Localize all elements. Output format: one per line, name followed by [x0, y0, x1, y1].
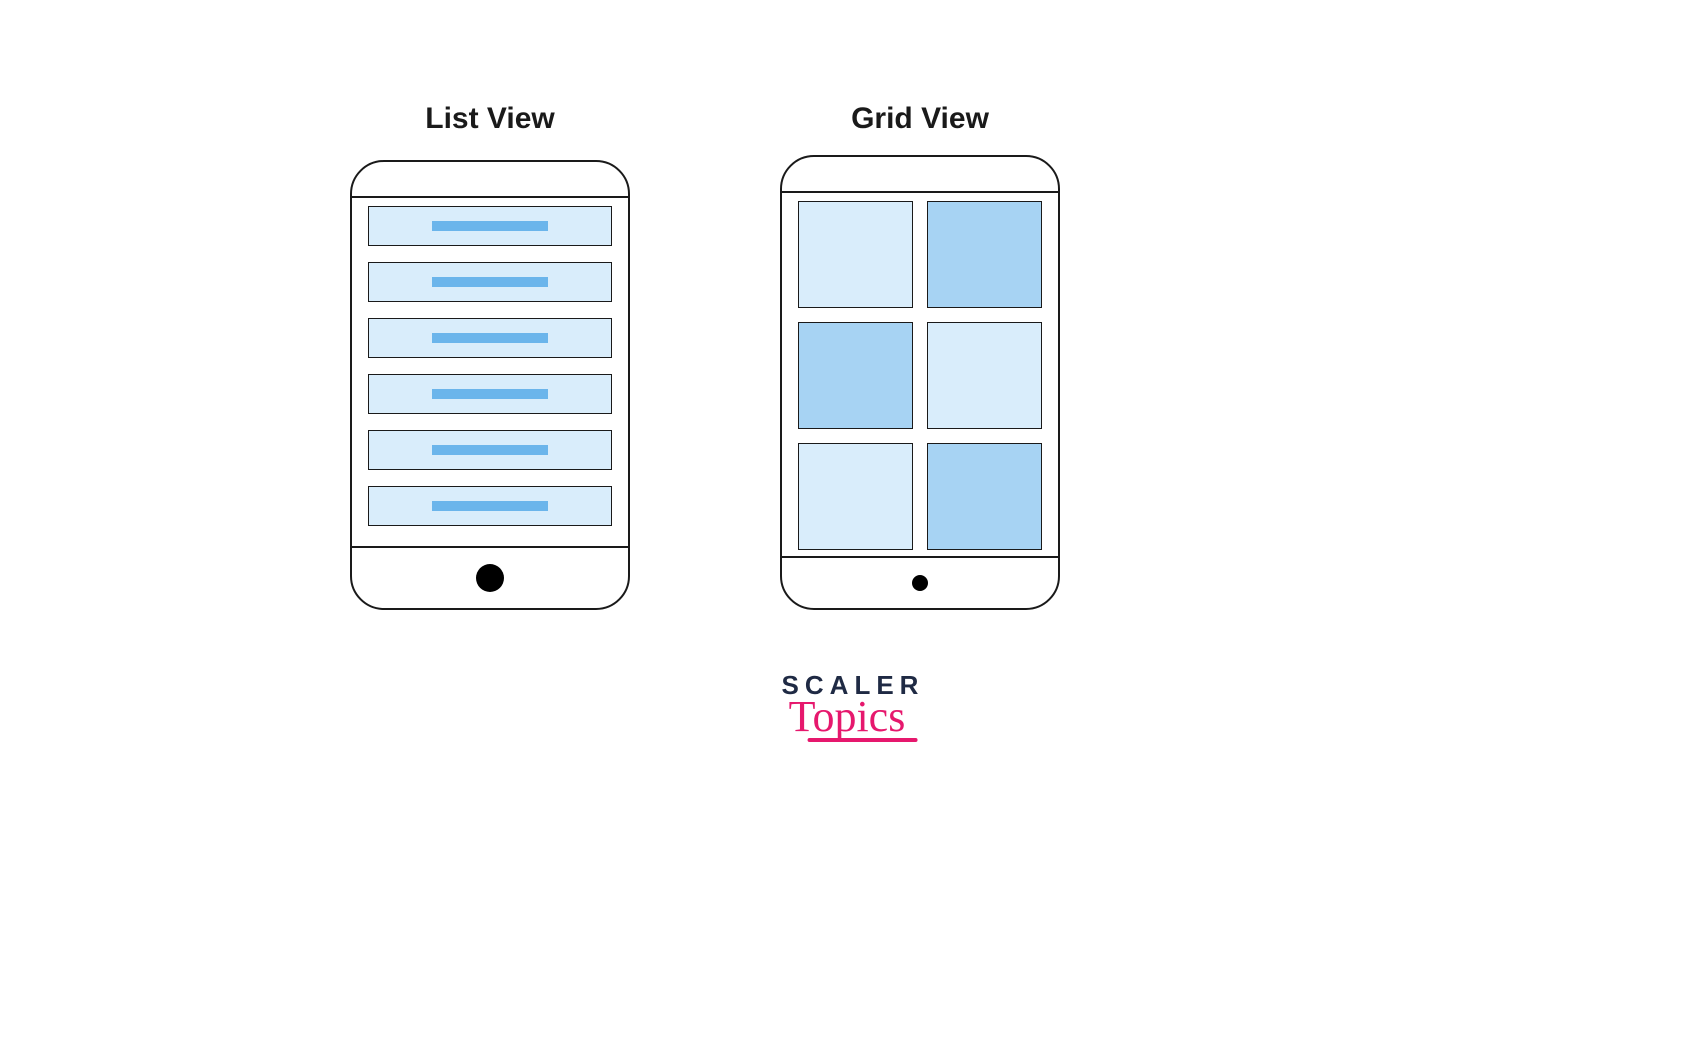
phone-bezel-line: [782, 556, 1058, 558]
phone-bezel-line: [352, 546, 628, 548]
grid-tile: [927, 322, 1042, 429]
list-item: [368, 206, 612, 246]
grid-tile: [798, 201, 913, 308]
grid-tile: [927, 201, 1042, 308]
grid-tile: [798, 322, 913, 429]
list-item: [368, 486, 612, 526]
scaler-topics-logo: SCALER Topics: [782, 670, 925, 742]
list-item: [368, 430, 612, 470]
list-view-heading: List View: [340, 102, 640, 136]
phone-bezel-line: [352, 196, 628, 198]
list-item: [368, 374, 612, 414]
list-item-content-bar: [432, 333, 548, 343]
grid-view-heading: Grid View: [770, 102, 1070, 136]
home-button-icon: [476, 564, 504, 592]
list-item-content-bar: [432, 501, 548, 511]
grid-tile: [798, 443, 913, 550]
diagram-canvas: List View Grid View SCALER T: [0, 0, 1706, 1042]
phone-grid-view: [780, 155, 1060, 610]
grid-area: [798, 201, 1042, 550]
phone-list-view: [350, 160, 630, 610]
brand-underline: [808, 738, 918, 742]
brand-line-2: Topics: [776, 691, 919, 742]
home-button-icon: [912, 575, 928, 591]
list-item-content-bar: [432, 389, 548, 399]
list-item: [368, 318, 612, 358]
list-item-content-bar: [432, 221, 548, 231]
phone-bezel-line: [782, 191, 1058, 193]
list-item: [368, 262, 612, 302]
list-item-content-bar: [432, 277, 548, 287]
grid-tile: [927, 443, 1042, 550]
list-area: [368, 206, 612, 538]
list-item-content-bar: [432, 445, 548, 455]
